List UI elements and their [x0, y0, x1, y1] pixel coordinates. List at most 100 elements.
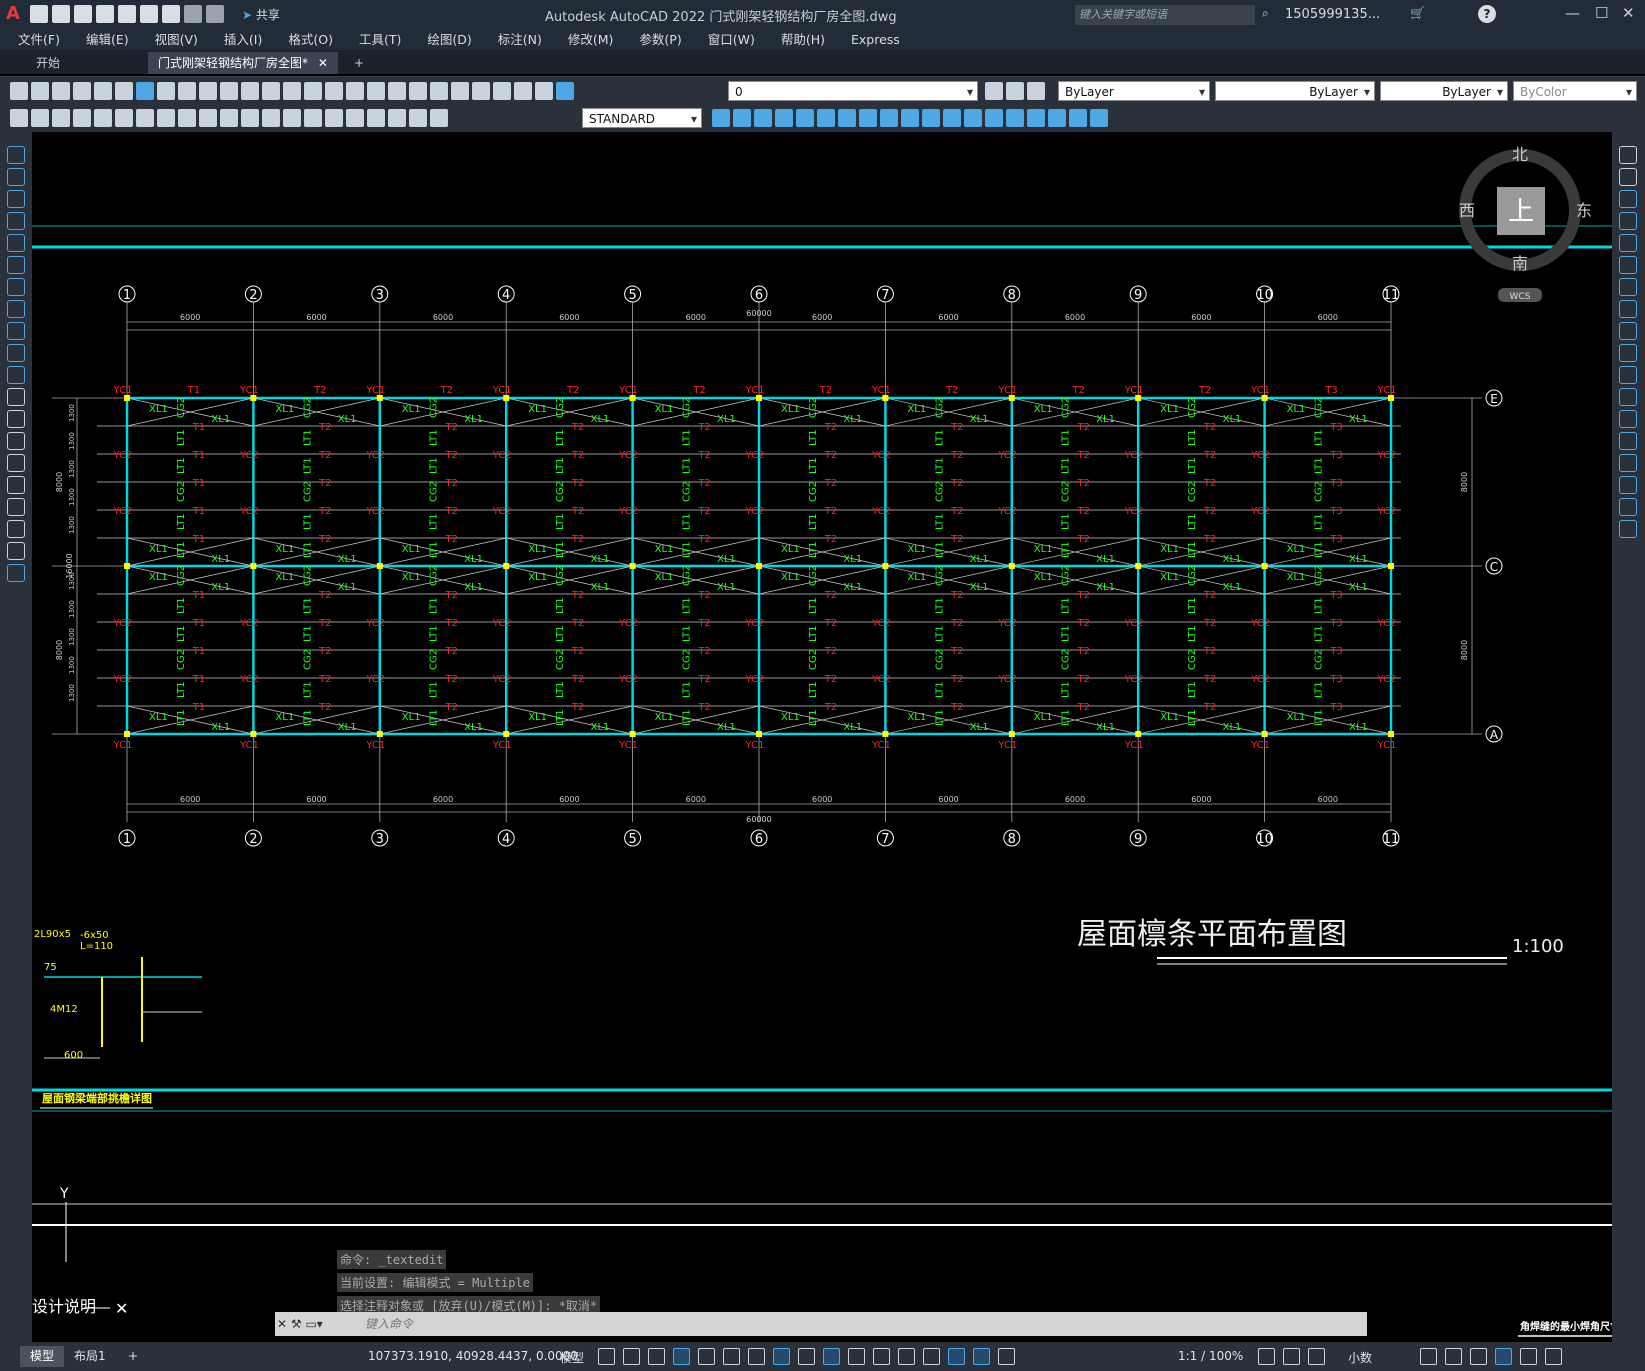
graphics-perf-icon[interactable]: [1495, 1348, 1512, 1365]
calculator-icon[interactable]: [493, 82, 511, 100]
design-center-icon[interactable]: [409, 82, 427, 100]
rotate-icon[interactable]: [838, 109, 856, 127]
user-account[interactable]: 1505999135...: [1285, 7, 1380, 22]
save-icon[interactable]: [52, 82, 70, 100]
side-trim-icon[interactable]: [1619, 344, 1637, 362]
side-offset-icon[interactable]: [1619, 212, 1637, 230]
compass-east[interactable]: 东: [1576, 201, 1592, 220]
auto-scale-icon[interactable]: [998, 1348, 1015, 1365]
dim-text-edit-icon[interactable]: [409, 109, 427, 127]
fillet-icon[interactable]: [1006, 109, 1024, 127]
command-close-icon[interactable]: ✕ ⚒ ▭▾: [277, 1312, 323, 1336]
compass-west[interactable]: 西: [1459, 201, 1475, 220]
rectangle-icon[interactable]: [7, 234, 25, 252]
zoom-realtime-icon[interactable]: [325, 82, 343, 100]
open-icon[interactable]: [31, 82, 49, 100]
cart-icon[interactable]: 🛒: [1410, 6, 1425, 20]
transparency-icon[interactable]: [823, 1348, 840, 1365]
copy-icon[interactable]: [178, 82, 196, 100]
dim-diameter-icon[interactable]: [157, 109, 175, 127]
dim-continue-icon[interactable]: [241, 109, 259, 127]
side-break-point-icon[interactable]: [1619, 388, 1637, 406]
stretch-icon[interactable]: [880, 109, 898, 127]
menu-dimension[interactable]: 标注(N): [498, 30, 542, 50]
layer-state-icon[interactable]: [556, 82, 574, 100]
plotstyle-dropdown[interactable]: ByColor: [1513, 81, 1637, 102]
insert-block-icon[interactable]: [7, 388, 25, 406]
revcloud-icon[interactable]: [7, 300, 25, 318]
line-icon[interactable]: [7, 146, 25, 164]
menu-insert[interactable]: 插入(I): [224, 30, 262, 50]
dim-arc-icon[interactable]: [73, 109, 91, 127]
side-move-icon[interactable]: [1619, 256, 1637, 274]
isolate-icon[interactable]: [1470, 1348, 1487, 1365]
block-edit-icon[interactable]: [241, 82, 259, 100]
isodraft-icon[interactable]: [723, 1348, 740, 1365]
trim-icon[interactable]: [901, 109, 919, 127]
side-chamfer-icon[interactable]: [1619, 454, 1637, 472]
arc-icon[interactable]: [7, 256, 25, 274]
annotation-monitor-icon[interactable]: [1283, 1348, 1300, 1365]
dim-break-icon[interactable]: [283, 109, 301, 127]
center-mark-icon[interactable]: [325, 109, 343, 127]
point-icon[interactable]: [7, 432, 25, 450]
tab-model[interactable]: 模型: [20, 1346, 65, 1367]
osnap-icon[interactable]: [773, 1348, 790, 1365]
side-join-icon[interactable]: [1619, 432, 1637, 450]
markup-icon[interactable]: [472, 82, 490, 100]
layer-properties-icon[interactable]: [535, 82, 553, 100]
group-icon[interactable]: [1090, 109, 1108, 127]
side-mirror-icon[interactable]: [1619, 190, 1637, 208]
share-button[interactable]: ➤ 共享: [242, 6, 280, 23]
align-icon[interactable]: [1069, 109, 1087, 127]
dim-update-icon[interactable]: [430, 109, 448, 127]
match-icon[interactable]: [220, 82, 238, 100]
tool-palettes-icon[interactable]: [430, 82, 448, 100]
3d-dwf-icon[interactable]: [136, 82, 154, 100]
make-block-icon[interactable]: [7, 410, 25, 428]
units-icon[interactable]: [1308, 1348, 1325, 1365]
plot-icon[interactable]: [162, 5, 180, 23]
paste-icon[interactable]: [199, 82, 217, 100]
lineweight-icon[interactable]: [798, 1348, 815, 1365]
side-break-icon[interactable]: [1619, 410, 1637, 428]
save-as-icon[interactable]: [96, 5, 114, 23]
polyline-icon[interactable]: [7, 190, 25, 208]
inspect-icon[interactable]: [346, 109, 364, 127]
side-fillet-icon[interactable]: [1619, 476, 1637, 494]
construction-line-icon[interactable]: [7, 168, 25, 186]
menu-edit[interactable]: 编辑(E): [86, 30, 129, 50]
model-space-button[interactable]: 模型: [560, 1349, 584, 1366]
side-array-icon[interactable]: [1619, 234, 1637, 252]
menu-format[interactable]: 格式(O): [288, 30, 333, 50]
search-icon[interactable]: ⌕: [1262, 6, 1269, 21]
lineweight-dropdown[interactable]: ByLayer: [1380, 81, 1508, 102]
annotation-scale[interactable]: 1:1 / 100%: [1178, 1349, 1243, 1363]
menu-draw[interactable]: 绘图(D): [427, 30, 471, 50]
gradient-icon[interactable]: [7, 476, 25, 494]
add-layout-button[interactable]: +: [118, 1346, 148, 1367]
selection-filter-icon[interactable]: [923, 1348, 940, 1365]
new-icon[interactable]: [10, 82, 28, 100]
dim-linear-icon[interactable]: [31, 109, 49, 127]
minimize-button[interactable]: —: [1565, 4, 1580, 22]
annotation-visibility-icon[interactable]: [973, 1348, 990, 1365]
side-scale-icon[interactable]: [1619, 300, 1637, 318]
extend-icon[interactable]: [922, 109, 940, 127]
layer-iso-icon[interactable]: [1027, 82, 1045, 100]
layer-dropdown[interactable]: 0: [728, 81, 978, 102]
compass-south[interactable]: 南: [1512, 254, 1528, 273]
tolerance-icon[interactable]: [304, 109, 322, 127]
menu-window[interactable]: 窗口(W): [708, 30, 755, 50]
print-icon[interactable]: [73, 82, 91, 100]
copy-obj-icon[interactable]: [733, 109, 751, 127]
workspace-icon[interactable]: [1258, 1348, 1275, 1365]
menu-view[interactable]: 视图(V): [155, 30, 198, 50]
scale-icon[interactable]: [859, 109, 877, 127]
ellipse-icon[interactable]: [7, 344, 25, 362]
layer-prev-icon[interactable]: [1006, 82, 1024, 100]
ortho-icon[interactable]: [673, 1348, 690, 1365]
dynamic-ucs-icon[interactable]: [898, 1348, 915, 1365]
help-icon[interactable]: [514, 82, 532, 100]
tab-drawing[interactable]: 门式刚架轻钢结构厂房全图* ✕: [148, 52, 338, 74]
